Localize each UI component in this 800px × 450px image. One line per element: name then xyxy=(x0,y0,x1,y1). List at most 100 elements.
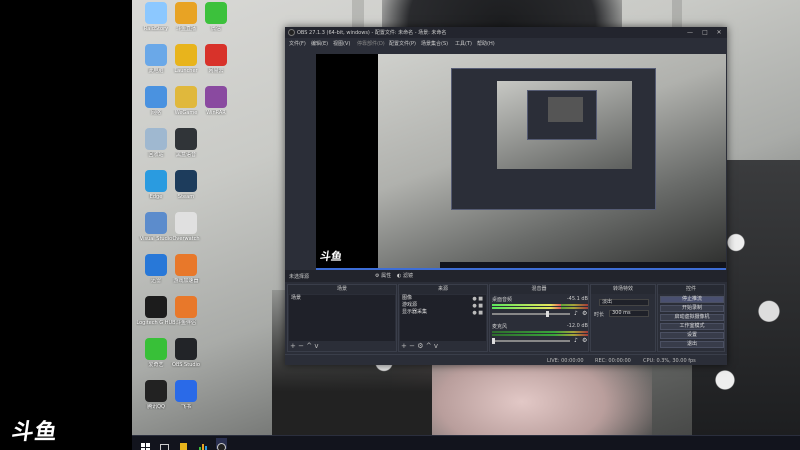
volume-slider[interactable] xyxy=(492,311,570,317)
duration-input[interactable]: 300 ms xyxy=(609,310,649,317)
app-icon xyxy=(145,254,167,276)
transition-select[interactable]: 淡出 xyxy=(599,299,649,306)
menu-scene-collection[interactable]: 场景集合(S) xyxy=(421,40,448,47)
add-scene-icon[interactable]: + xyxy=(290,342,296,350)
preview-nested-capture-2 xyxy=(548,97,583,122)
menu-help[interactable]: 帮助(H) xyxy=(477,40,495,47)
menu-view[interactable]: 视图(V) xyxy=(333,40,350,47)
duration-label: 时长 xyxy=(594,312,605,318)
audio-meter xyxy=(492,304,588,306)
speaker-icon[interactable]: ♪ xyxy=(574,310,578,317)
audio-meter xyxy=(492,334,588,336)
source-item[interactable]: 游戏源 ● ■ xyxy=(400,302,486,309)
stop-streaming-button[interactable]: 停止推流 xyxy=(660,296,724,303)
app-icon xyxy=(205,44,227,66)
volume-slider[interactable] xyxy=(492,338,570,344)
cpu-fps-status: CPU: 0.3%, 30.00 fps xyxy=(643,358,696,364)
studio-mode-button[interactable]: 工作室模式 xyxy=(660,323,724,330)
audio-meter-level xyxy=(492,307,562,309)
app-icon xyxy=(175,86,197,108)
desktop-icon[interactable]: 微信 xyxy=(196,2,236,46)
mixer-track-db: -45.1 dB xyxy=(566,296,588,302)
obs-taskbar-icon[interactable] xyxy=(216,438,227,450)
app-icon xyxy=(145,170,167,192)
task-view-icon[interactable] xyxy=(159,438,170,450)
desktop-icon-label: Overwatch xyxy=(172,236,200,242)
desktop-icon[interactable]: Steam xyxy=(166,170,206,214)
mixer-dock-title: 混音器 xyxy=(490,285,588,294)
move-down-icon[interactable]: v xyxy=(314,342,318,350)
desktop-icon-label: 黑盒语音 xyxy=(175,152,196,158)
close-button[interactable]: ✕ xyxy=(712,28,726,37)
live-status: LIVE: 00:00:00 xyxy=(547,358,584,364)
filters-button[interactable]: ◐ 滤镜 xyxy=(397,272,413,279)
obs-titlebar[interactable]: OBS 27.1.3 (64-bit, windows) - 配置文件: 未命名… xyxy=(285,27,727,38)
remove-source-icon[interactable]: − xyxy=(409,342,415,350)
obs-status-bar: LIVE: 00:00:00 REC: 00:00:00 CPU: 0.3%, … xyxy=(285,354,727,365)
move-up-icon[interactable]: ^ xyxy=(426,342,432,350)
desktop-icon-label: 网易云 xyxy=(208,68,224,74)
visibility-lock-icons[interactable]: ● ■ xyxy=(472,310,483,317)
desktop-icon[interactable]: 游戏加速器 xyxy=(166,254,206,298)
maximize-button[interactable]: □ xyxy=(698,28,712,37)
sources-dock-title: 来源 xyxy=(399,285,487,294)
obs-preview-canvas[interactable]: 斗鱼 xyxy=(316,54,726,270)
settings-button[interactable]: 设置 xyxy=(660,332,724,339)
obs-window: OBS 27.1.3 (64-bit, windows) - 配置文件: 未命名… xyxy=(285,27,727,365)
scene-item[interactable]: 场景 xyxy=(289,295,395,302)
source-item[interactable]: 图像 ● ■ xyxy=(400,295,486,302)
gear-icon[interactable]: ⚙ xyxy=(582,310,587,317)
scenes-list: 场景 xyxy=(289,295,395,341)
move-down-icon[interactable]: v xyxy=(434,342,438,350)
move-up-icon[interactable]: ^ xyxy=(306,342,312,350)
transitions-dock-title: 转场特效 xyxy=(591,285,655,294)
minimize-button[interactable]: — xyxy=(683,28,697,37)
menu-edit[interactable]: 编辑(E) xyxy=(311,40,328,47)
menu-docks[interactable]: 停靠部件(D) xyxy=(357,40,385,47)
volume-slider-knob[interactable] xyxy=(546,311,549,317)
preview-nested-obs-2 xyxy=(527,90,597,140)
obs-dock-area: 场景 场景 + − ^ v 来源 图像 ● ■ 游戏源 ● ■ 显示器采集 ● ■ +… xyxy=(285,284,727,352)
desktop-icon[interactable]: 斗鱼伴侣 xyxy=(166,296,206,340)
app-icon xyxy=(175,170,197,192)
scenes-dock-title: 场景 xyxy=(288,285,396,294)
launcher-taskbar-icon[interactable] xyxy=(178,438,189,450)
scenes-dock: 场景 场景 + − ^ v xyxy=(287,284,397,352)
app-icon xyxy=(175,2,197,24)
source-item[interactable]: 显示器采集 ● ■ xyxy=(400,309,486,316)
volume-slider-knob[interactable] xyxy=(492,338,495,344)
desktop-icon[interactable]: 网易云 xyxy=(196,44,236,88)
audio-meter xyxy=(492,307,588,309)
menu-tools[interactable]: 工具(T) xyxy=(455,40,472,47)
mixer-track-name: 桌面音频 xyxy=(492,297,513,303)
menu-file[interactable]: 文件(F) xyxy=(289,40,306,47)
add-source-icon[interactable]: + xyxy=(401,342,407,350)
speaker-icon[interactable]: ♪ xyxy=(574,337,578,344)
desktop-icon[interactable]: OBS Studio xyxy=(166,338,206,382)
start-virtual-camera-button[interactable]: 启动虚拟摄像机 xyxy=(660,314,724,321)
app-icon xyxy=(175,128,197,150)
no-source-selected-label: 未选择源 xyxy=(289,274,310,280)
desktop-icon[interactable]: Overwatch xyxy=(166,212,206,256)
source-settings-icon[interactable]: ⚙ xyxy=(417,342,423,350)
source-label: 图像 xyxy=(402,295,413,301)
menu-profile[interactable]: 配置文件(P) xyxy=(389,40,416,47)
desktop-icon[interactable]: 飞书 xyxy=(166,380,206,424)
desktop-icon-label: 微信 xyxy=(210,26,221,32)
desktop-icon[interactable]: WinRAR xyxy=(196,86,236,130)
exit-button[interactable]: 退出 xyxy=(660,341,724,348)
windows-start-icon[interactable] xyxy=(140,438,151,450)
remove-scene-icon[interactable]: − xyxy=(298,342,304,350)
obs-window-title: OBS 27.1.3 (64-bit, windows) - 配置文件: 未命名… xyxy=(297,30,447,36)
desktop-icon-label: WinRAR xyxy=(206,110,226,116)
mixer-track-mic: 麦克风 -12.0 dB ♪ ⚙ xyxy=(492,323,588,349)
desktop-icon-label: 斗鱼伴侣 xyxy=(175,320,196,326)
desktop-icon[interactable]: 黑盒语音 xyxy=(166,128,206,172)
gear-icon[interactable]: ⚙ xyxy=(582,337,587,344)
start-recording-button[interactable]: 开始录制 xyxy=(660,305,724,312)
app-icon xyxy=(145,2,167,24)
properties-button[interactable]: ⚙ 属性 xyxy=(375,272,391,279)
app-icon xyxy=(145,380,167,402)
chart-taskbar-icon[interactable] xyxy=(197,438,208,450)
audio-mixer-dock: 混音器 桌面音频 -45.1 dB ♪ ⚙ 麦克风 -12.0 dB ♪ ⚙ xyxy=(489,284,589,352)
